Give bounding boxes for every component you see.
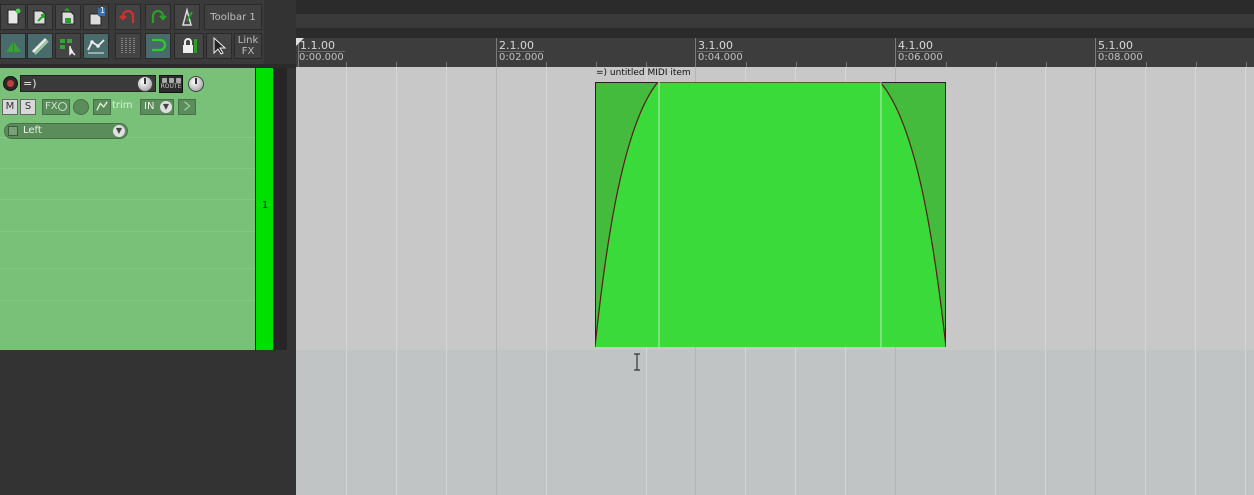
ruler-time-label: 0:06.000	[898, 52, 943, 63]
grid-line	[995, 67, 996, 495]
ruler-major-tick	[496, 38, 497, 67]
ruler-underline	[697, 51, 743, 52]
fx-envelope-icon	[8, 126, 18, 136]
grid-line	[1145, 67, 1146, 495]
main-toolbar: 1 Toolbar 1 Link FX	[0, 0, 264, 64]
metronome-icon[interactable]	[174, 4, 200, 30]
route-button[interactable]: ROUTE	[159, 75, 183, 93]
pan-knob[interactable]	[188, 76, 204, 92]
item-envelope-curve[interactable]	[595, 82, 946, 347]
arrange-empty-area[interactable]	[296, 350, 1254, 495]
fx-button[interactable]: FX	[42, 99, 70, 115]
track-row-divider	[0, 168, 255, 169]
monitor-icon[interactable]	[178, 99, 196, 115]
arrange-header-gap	[296, 28, 1254, 38]
grid-line	[446, 67, 447, 495]
track-row-divider	[0, 268, 255, 269]
link-fx-button[interactable]: Link FX	[234, 33, 262, 59]
midi-item[interactable]: =) untitled MIDI item	[595, 67, 946, 347]
tcp-empty-area[interactable]	[0, 350, 296, 495]
grid-line	[1195, 67, 1196, 495]
cursor-icon[interactable]	[206, 33, 232, 59]
grid-icon[interactable]	[115, 33, 141, 59]
grid-line	[1045, 67, 1046, 495]
track-row-divider	[0, 231, 255, 232]
envelope-name: Left	[23, 125, 42, 136]
route-label: ROUTE	[160, 83, 182, 90]
grid-line	[546, 67, 547, 495]
grid-snap-icon[interactable]	[55, 33, 81, 59]
timeline-ruler[interactable]: 1.1.00 0:00.000 2.1.00 0:02.000 3.1.00 0…	[296, 38, 1254, 67]
ruler-underline	[498, 51, 544, 52]
redo-icon[interactable]	[145, 4, 171, 30]
mute-button[interactable]: M	[2, 99, 18, 115]
grid-line	[496, 67, 497, 495]
chevron-down-icon: ▼	[160, 101, 172, 113]
new-project-icon[interactable]	[0, 4, 26, 30]
ruler-major-tick	[895, 38, 896, 67]
tcp-scrollbar[interactable]	[273, 68, 287, 350]
track-name-field[interactable]: =)	[20, 75, 156, 92]
loop-icon[interactable]	[145, 33, 171, 59]
record-arm-button[interactable]	[3, 76, 18, 91]
input-select-button[interactable]: IN ▼	[140, 99, 174, 115]
link-fx-line2: FX	[241, 46, 255, 57]
grid-line	[1245, 67, 1246, 495]
envelope-lane-selector[interactable]: Left ▼	[4, 123, 128, 139]
ruler-time-label: 0:08.000	[1098, 52, 1143, 63]
fx-label: FX	[45, 101, 58, 112]
ruler-underline	[299, 51, 345, 52]
fx-bypass-icon	[58, 102, 67, 111]
ruler-underline	[897, 51, 943, 52]
ruler-time-label: 0:00.000	[299, 52, 344, 63]
ruler-time-label: 0:04.000	[698, 52, 743, 63]
undo-icon[interactable]	[115, 4, 141, 30]
volume-knob[interactable]	[137, 76, 153, 92]
ruler-time-label: 0:02.000	[499, 52, 544, 63]
ruler-underline	[1097, 51, 1143, 52]
midi-item-title: =) untitled MIDI item	[596, 68, 691, 78]
ruler-major-tick	[1095, 38, 1096, 67]
open-project-icon[interactable]	[27, 4, 53, 30]
ripple-edit-icon[interactable]	[27, 33, 53, 59]
new-project-tab-icon[interactable]: 1	[83, 4, 109, 30]
solo-button[interactable]: S	[20, 99, 36, 115]
playhead-start-marker[interactable]	[296, 38, 306, 48]
link-fx-line1: Link	[237, 35, 259, 46]
text-cursor-icon	[634, 353, 640, 371]
split-icon[interactable]	[0, 33, 26, 59]
grid-line	[396, 67, 397, 495]
tab-count-badge: 1	[100, 6, 106, 15]
input-label: IN	[144, 101, 155, 112]
toolbar-title: Toolbar 1	[210, 11, 256, 23]
arrange-header-bar	[296, 0, 1254, 14]
chevron-down-icon: ▼	[113, 125, 125, 137]
save-project-icon[interactable]	[55, 4, 81, 30]
horizontal-scrollbar[interactable]	[296, 14, 1254, 28]
automation-mode-label[interactable]: trim	[112, 100, 133, 111]
lock-icon[interactable]	[174, 33, 204, 59]
toolbar-title-button[interactable]: Toolbar 1	[204, 4, 262, 30]
grid-line	[346, 67, 347, 495]
track-row-divider	[0, 300, 255, 301]
envelope-icon[interactable]	[93, 99, 111, 115]
track-row-divider	[0, 199, 255, 200]
ruler-major-tick	[695, 38, 696, 67]
envelope-lock-icon[interactable]	[83, 33, 109, 59]
phase-invert-icon[interactable]	[73, 99, 89, 115]
track-selection-strip[interactable]: 1	[255, 68, 273, 350]
grid-line	[1095, 67, 1096, 495]
track-number: 1	[261, 200, 269, 211]
